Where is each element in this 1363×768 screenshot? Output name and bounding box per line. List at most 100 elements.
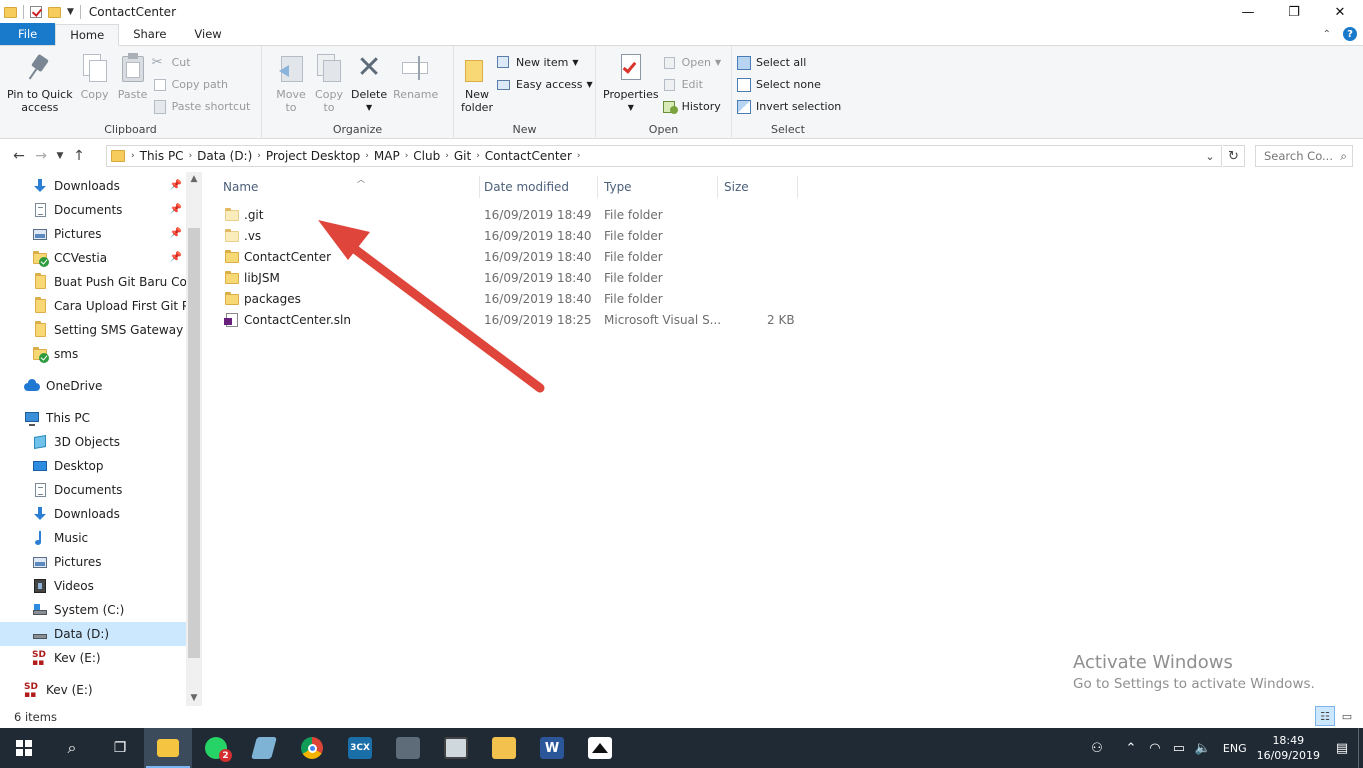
start-button[interactable] [0, 728, 48, 768]
breadcrumb-project-desktop[interactable]: Project Desktop [266, 149, 360, 163]
word-taskbar-button[interactable]: W [528, 728, 576, 768]
photos-taskbar-button[interactable] [576, 728, 624, 768]
search-button[interactable]: ⌕ [48, 728, 96, 768]
maximize-button[interactable]: ❐ [1271, 0, 1317, 24]
chevron-right-icon[interactable]: › [189, 151, 193, 161]
tab-view[interactable]: View [180, 23, 235, 45]
tab-home[interactable]: Home [55, 24, 120, 46]
tab-file[interactable]: File [0, 23, 56, 45]
task-view-button[interactable]: ❐ [96, 728, 144, 768]
notification-center-icon[interactable]: ▤ [1330, 741, 1354, 756]
chevron-right-icon[interactable]: › [257, 151, 261, 161]
nav-item-documents-quick[interactable]: Documents 📌 [0, 198, 186, 222]
nav-item-music[interactable]: Music [0, 526, 186, 550]
clipboard-label: Clipboard [104, 123, 157, 136]
scroll-up-arrow[interactable]: ▲ [186, 174, 202, 184]
minimize-button[interactable]: — [1225, 0, 1271, 24]
nav-item-3d-objects[interactable]: 3D Objects [0, 430, 186, 454]
clock[interactable]: 18:49 16/09/2019 [1257, 733, 1320, 763]
scroll-down-arrow[interactable]: ▼ [186, 693, 202, 703]
large-icons-view-button[interactable]: ▭ [1337, 706, 1357, 726]
details-view-button[interactable]: ☷ [1315, 706, 1335, 726]
nav-item-downloads-quick[interactable]: Downloads 📌 [0, 174, 186, 198]
breadcrumb-this-pc[interactable]: This PC [140, 149, 184, 163]
nav-item-buat-push-git[interactable]: Buat Push Git Baru Comr [0, 270, 186, 294]
address-history-dropdown[interactable]: ⌄ [1199, 150, 1221, 163]
nav-item-ccvestia[interactable]: CCVestia 📌 [0, 246, 186, 270]
chrome-taskbar-button[interactable] [288, 728, 336, 768]
breadcrumb-git[interactable]: Git [454, 149, 471, 163]
volume-icon[interactable]: 🔈 [1191, 741, 1215, 756]
nav-item-kev-e-root[interactable]: SD ▪▪ Kev (E:) [0, 678, 186, 702]
new-folder-icon[interactable] [48, 6, 61, 18]
3cx-taskbar-button[interactable]: 3CX [336, 728, 384, 768]
wifi-icon[interactable]: ◠ [1143, 741, 1167, 756]
cut-button[interactable]: ✂ Cut [152, 53, 251, 72]
copy-path-button[interactable]: Copy path [152, 75, 251, 94]
breadcrumb-data-d[interactable]: Data (D:) [197, 149, 252, 163]
whatsapp-taskbar-button[interactable]: 2 [192, 728, 240, 768]
recent-locations-dropdown[interactable]: ▼ [52, 151, 68, 161]
open-button[interactable]: Open ▼ [662, 53, 721, 72]
edit-button[interactable]: Edit [662, 75, 722, 94]
search-input[interactable]: Search Co... ⌕ [1255, 145, 1353, 167]
people-icon[interactable]: ⚇ [1085, 741, 1109, 756]
paste-shortcut-button[interactable]: Paste shortcut [152, 97, 250, 116]
new-label: New [512, 123, 537, 136]
vpn-taskbar-button[interactable] [384, 728, 432, 768]
show-desktop-button[interactable] [1358, 728, 1363, 768]
scroll-thumb[interactable] [188, 228, 200, 658]
new-item-button[interactable]: New item ▼ [496, 53, 593, 72]
select-all-button[interactable]: Select all [736, 53, 841, 72]
easy-access-button[interactable]: Easy access ▼ [496, 75, 593, 94]
chevron-right-icon[interactable]: › [405, 151, 409, 161]
nav-item-sms[interactable]: sms [0, 342, 186, 366]
nav-item-kev-e[interactable]: SD ▪▪ Kev (E:) [0, 646, 186, 670]
close-button[interactable]: ✕ [1317, 0, 1363, 24]
battery-icon[interactable]: ▭ [1167, 741, 1191, 756]
back-button[interactable]: ← [8, 148, 30, 164]
history-button[interactable]: History [662, 97, 722, 116]
properties-icon[interactable] [30, 6, 42, 18]
refresh-button[interactable]: ↻ [1223, 145, 1245, 167]
address-bar[interactable]: › This PC › Data (D:) › Project Desktop … [106, 145, 1222, 167]
breadcrumb-contactcenter[interactable]: ContactCenter [485, 149, 572, 163]
nav-pane-scrollbar[interactable]: ▲ ▼ [186, 172, 202, 706]
nav-item-pictures-quick[interactable]: Pictures 📌 [0, 222, 186, 246]
forward-button[interactable]: → [30, 148, 52, 164]
column-header-size[interactable]: Size [718, 176, 798, 198]
tab-share[interactable]: Share [119, 23, 180, 45]
up-button[interactable]: ↑ [68, 148, 90, 164]
show-hidden-icons-chevron[interactable]: ⌃ [1119, 741, 1143, 756]
nav-item-setting-sms[interactable]: Setting SMS Gateway [0, 318, 186, 342]
chevron-right-icon[interactable]: › [445, 151, 449, 161]
nav-item-desktop[interactable]: Desktop [0, 454, 186, 478]
chevron-right-icon[interactable]: › [476, 151, 480, 161]
minimize-ribbon-icon[interactable]: ⌃ [1323, 29, 1331, 40]
nav-item-system-c[interactable]: System (C:) [0, 598, 186, 622]
outlook-taskbar-button[interactable] [480, 728, 528, 768]
breadcrumb-club[interactable]: Club [413, 149, 440, 163]
nav-item-documents[interactable]: Documents [0, 478, 186, 502]
select-none-button[interactable]: Select none [736, 75, 841, 94]
invert-selection-button[interactable]: Invert selection [736, 97, 841, 116]
nav-item-data-d[interactable]: Data (D:) [0, 622, 186, 646]
3cx-icon: 3CX [348, 737, 372, 759]
nav-item-pictures[interactable]: Pictures [0, 550, 186, 574]
nav-item-onedrive[interactable]: OneDrive [0, 374, 186, 398]
screenshot-taskbar-button[interactable] [432, 728, 480, 768]
videos-icon [32, 578, 48, 594]
nav-item-videos[interactable]: Videos [0, 574, 186, 598]
file-explorer-taskbar-button[interactable] [144, 728, 192, 768]
customize-qat-dropdown[interactable]: ▼ [67, 7, 74, 17]
help-icon[interactable]: ? [1343, 27, 1357, 41]
input-language-indicator[interactable]: ENG [1223, 742, 1247, 755]
notes-taskbar-button[interactable] [240, 728, 288, 768]
breadcrumb-map[interactable]: MAP [374, 149, 400, 163]
chevron-right-icon[interactable]: › [577, 151, 581, 161]
nav-item-cara-upload[interactable]: Cara Upload First Git Proj [0, 294, 186, 318]
chevron-right-icon[interactable]: › [365, 151, 369, 161]
nav-item-this-pc[interactable]: This PC [0, 406, 186, 430]
rename-icon [400, 52, 432, 84]
nav-item-downloads[interactable]: Downloads [0, 502, 186, 526]
